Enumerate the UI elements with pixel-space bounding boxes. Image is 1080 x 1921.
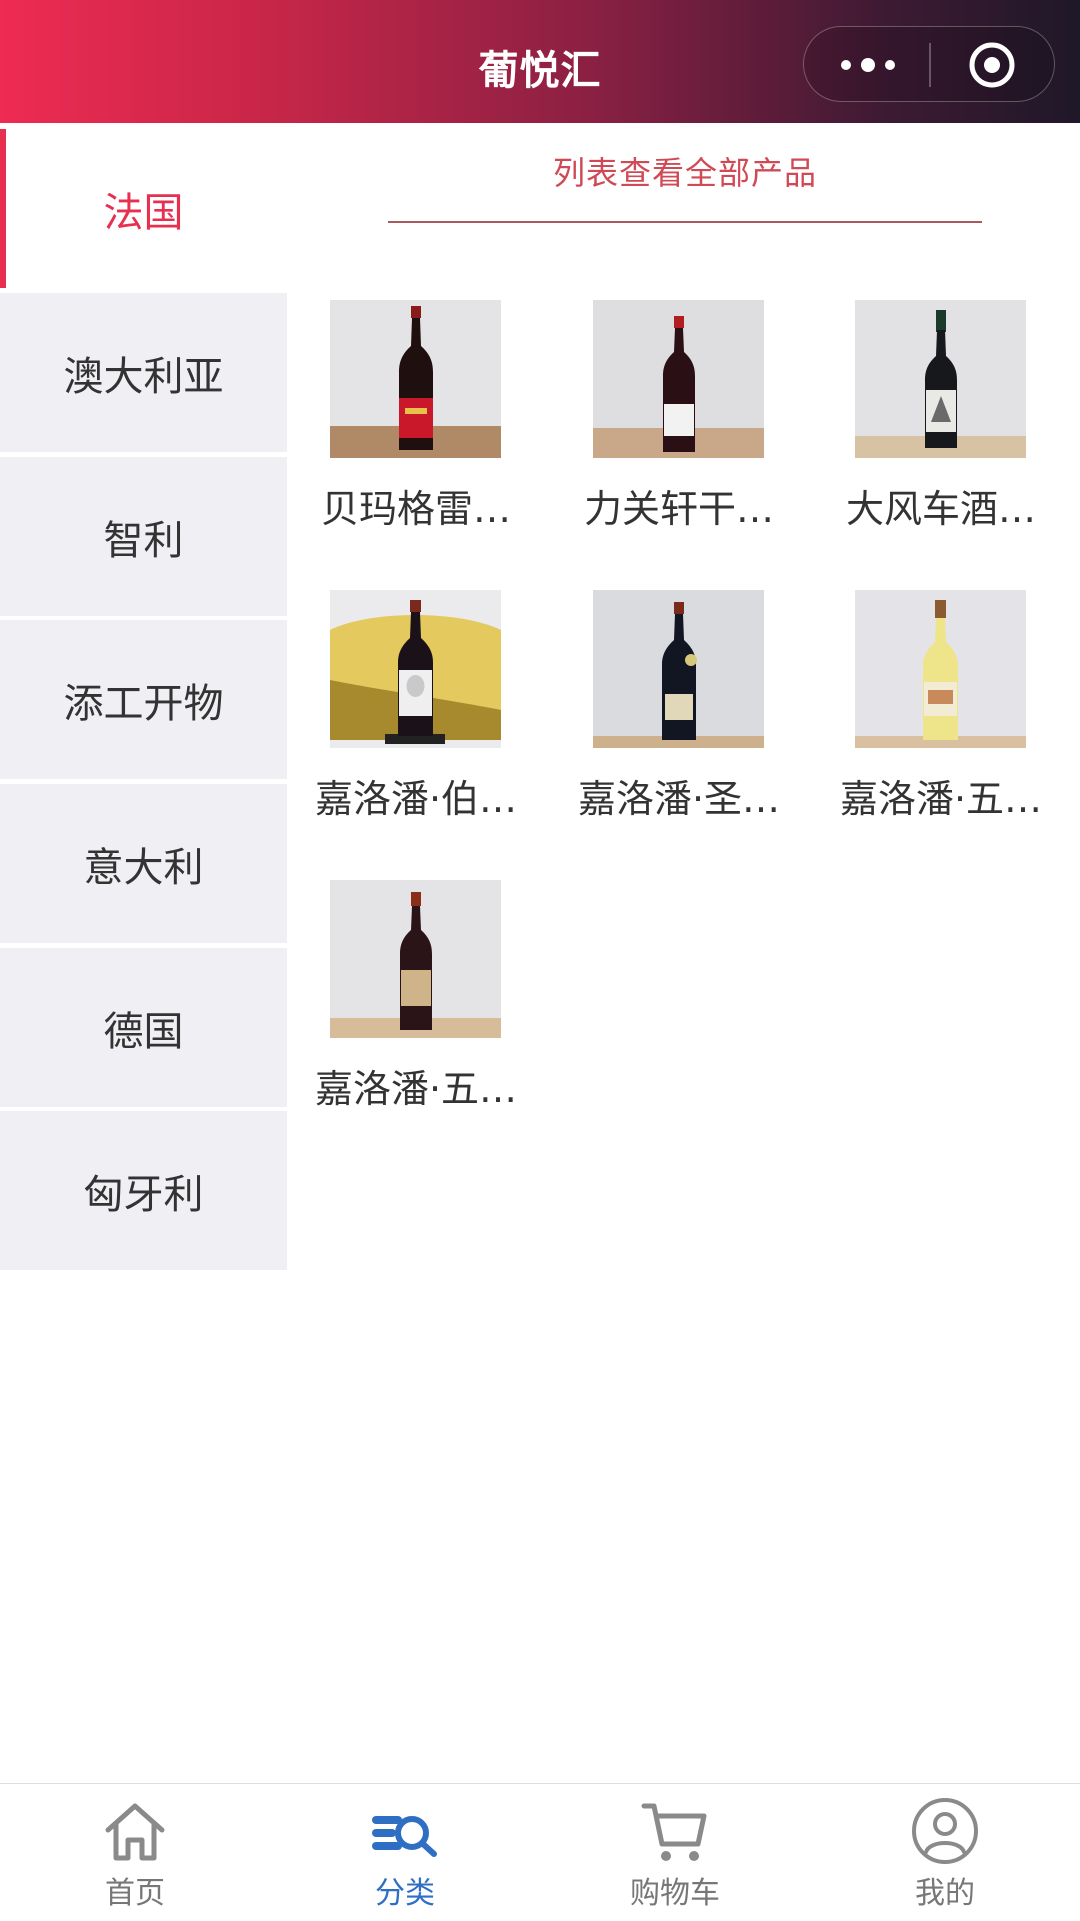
- product-image: [593, 300, 764, 458]
- product-card[interactable]: 大风车酒…: [810, 300, 1072, 570]
- category-search-icon: [372, 1816, 437, 1857]
- product-image: [593, 590, 764, 748]
- capsule-divider: [929, 43, 931, 87]
- tab-category[interactable]: 分类: [270, 1784, 540, 1921]
- tab-home[interactable]: 首页: [0, 1784, 270, 1921]
- product-image: [330, 300, 501, 458]
- more-icon[interactable]: [840, 51, 896, 79]
- product-name: 嘉洛潘·五…: [839, 777, 1043, 821]
- product-card[interactable]: 嘉洛潘·五…: [285, 880, 547, 1150]
- product-card[interactable]: 贝玛格雷…: [285, 300, 547, 570]
- active-indicator: [0, 129, 6, 288]
- sidebar-item-label: 意大利: [83, 844, 204, 891]
- product-image: [330, 880, 501, 1038]
- product-name: 贝玛格雷…: [320, 487, 511, 531]
- sidebar-item-label: 德国: [103, 1008, 184, 1055]
- sidebar-item-australia[interactable]: 澳大利亚: [0, 293, 287, 452]
- product-name: 嘉洛潘·伯…: [314, 777, 518, 821]
- product-card[interactable]: 嘉洛潘·圣…: [548, 590, 810, 860]
- tab-label: 我的: [915, 1876, 975, 1911]
- sidebar-item-label: 澳大利亚: [63, 353, 224, 400]
- sidebar-item-tiangong[interactable]: 添工开物: [0, 620, 287, 779]
- product-name: 嘉洛潘·五…: [314, 1067, 518, 1111]
- tab-label: 首页: [105, 1876, 165, 1911]
- cart-icon: [641, 1803, 707, 1861]
- product-image: [855, 590, 1026, 748]
- sidebar-item-label: 法国: [103, 189, 184, 236]
- sidebar-item-hungary[interactable]: 匈牙利: [0, 1111, 287, 1270]
- sidebar-item-france[interactable]: 法国: [0, 129, 287, 288]
- sidebar-item-label: 智利: [103, 517, 184, 564]
- view-all-products-link[interactable]: 列表查看全部产品: [388, 148, 982, 194]
- product-card[interactable]: 嘉洛潘·伯…: [285, 590, 547, 860]
- product-image: [855, 300, 1026, 458]
- sidebar-item-label: 匈牙利: [83, 1171, 204, 1218]
- tab-label: 购物车: [630, 1876, 720, 1911]
- product-name: 嘉洛潘·圣…: [577, 777, 781, 821]
- close-target-icon[interactable]: [968, 41, 1016, 89]
- sidebar-item-chile[interactable]: 智利: [0, 457, 287, 616]
- tab-mine[interactable]: 我的: [810, 1784, 1080, 1921]
- home-icon: [105, 1803, 165, 1861]
- miniprogram-capsule: [803, 26, 1055, 102]
- tab-label: 分类: [375, 1876, 435, 1911]
- tab-cart[interactable]: 购物车: [540, 1784, 810, 1921]
- user-icon: [912, 1798, 978, 1864]
- bottom-tab-bar: 首页 分类 购物车 我的: [0, 1783, 1080, 1920]
- product-name: 力关轩干…: [583, 487, 774, 531]
- sidebar-item-italy[interactable]: 意大利: [0, 784, 287, 943]
- product-image: [330, 590, 501, 748]
- sidebar-item-label: 添工开物: [63, 680, 224, 727]
- product-name: 大风车酒…: [845, 487, 1036, 531]
- product-card[interactable]: 嘉洛潘·五…: [810, 590, 1072, 860]
- product-card[interactable]: 力关轩干…: [548, 300, 810, 570]
- sidebar-item-germany[interactable]: 德国: [0, 948, 287, 1107]
- nav-header: 葡悦汇: [0, 0, 1080, 123]
- view-all-underline: [388, 221, 982, 223]
